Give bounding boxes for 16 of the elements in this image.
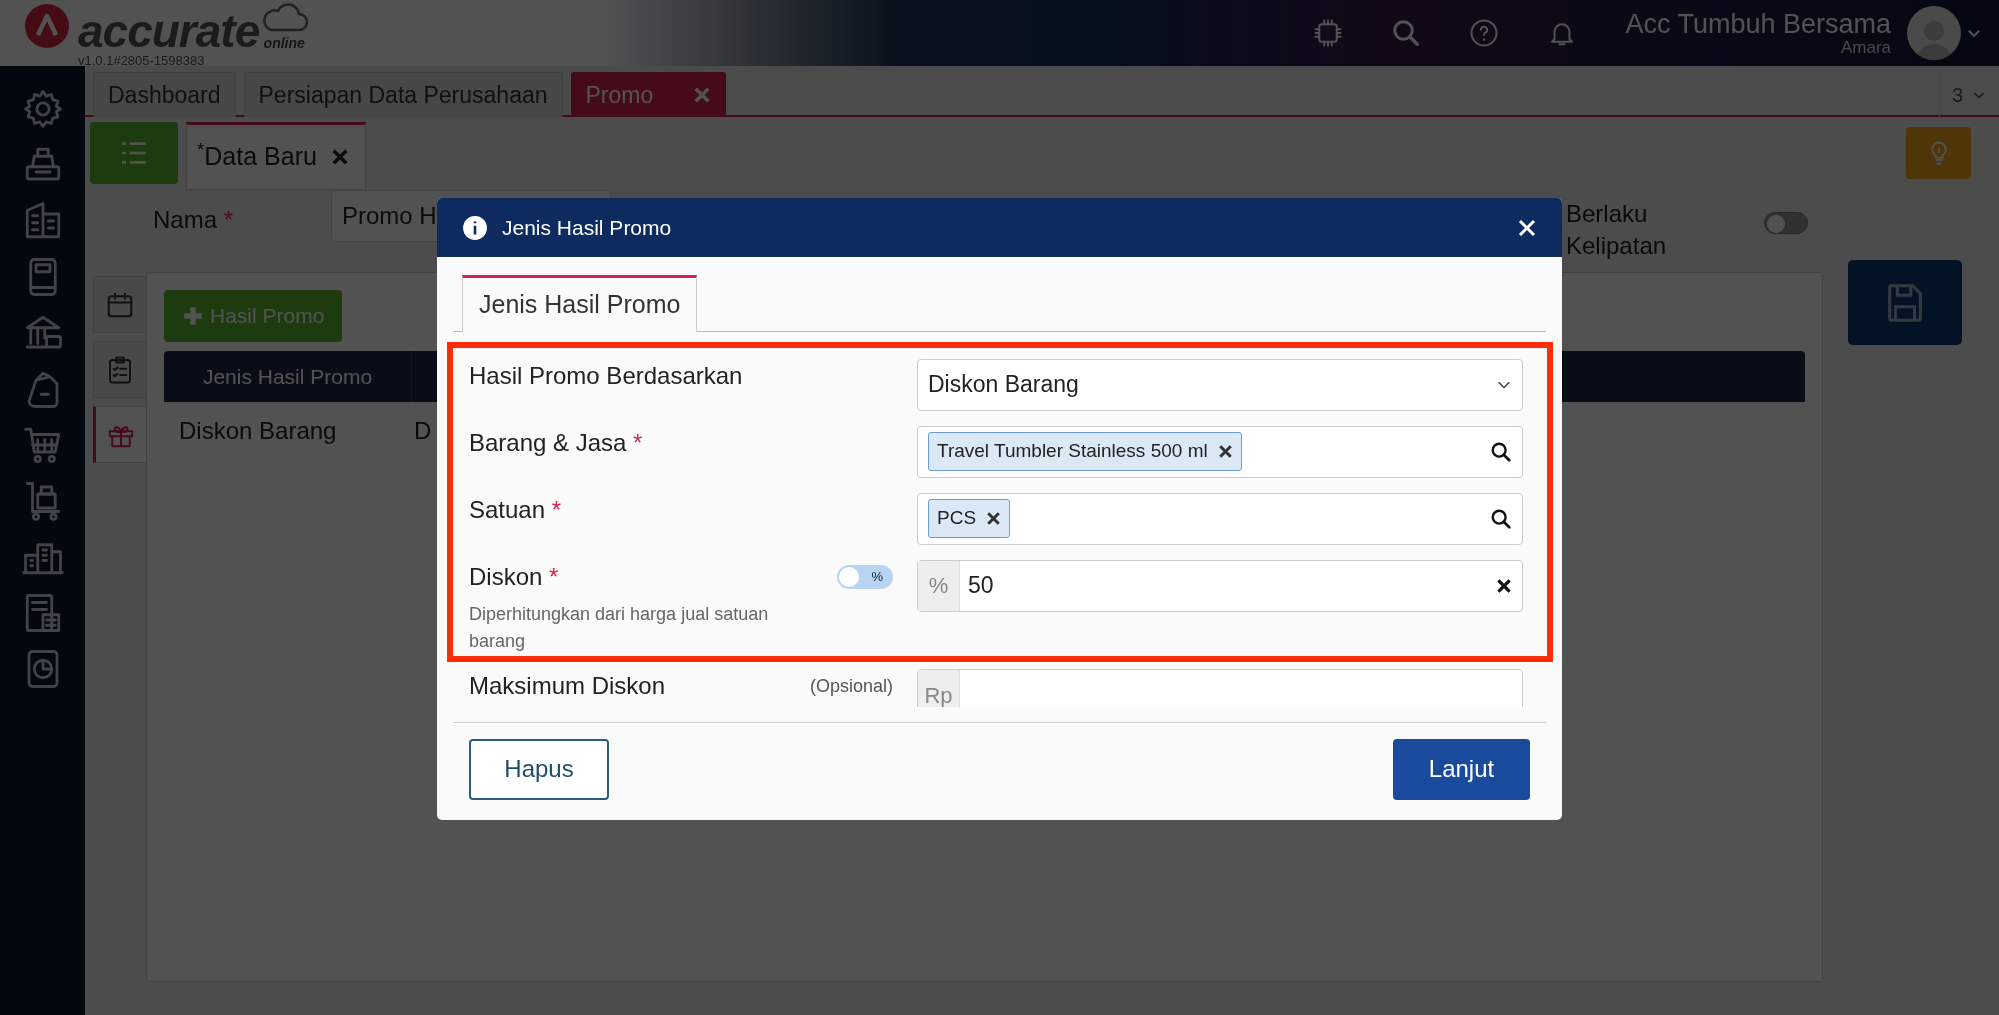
- logo-subtext: online: [263, 34, 305, 53]
- field-label: Hasil Promo Berdasarkan: [469, 360, 743, 391]
- field-label: Satuan *: [469, 494, 562, 525]
- company-name: Acc Tumbuh Bersama: [1625, 9, 1891, 40]
- hint-text: Diperhitungkan dari harga jual satuan barang: [469, 602, 769, 654]
- table-cell-text: D: [413, 416, 432, 446]
- field-label: Berlaku Kelipatan: [1566, 199, 1668, 262]
- field-label: Barang & Jasa *: [469, 427, 643, 458]
- table-cell-text: Diskon Barang: [178, 416, 338, 446]
- field-label: Nama *: [153, 205, 235, 235]
- dialog-title: Jenis Hasil Promo: [502, 214, 673, 241]
- user-name: Amara: [1840, 39, 1891, 57]
- field-label: Diskon *: [469, 561, 559, 592]
- column-header: Jenis Hasil Promo: [164, 351, 412, 402]
- field-label: Maksimum Diskon: [469, 671, 666, 702]
- optional-label: (Opsional): [809, 674, 893, 698]
